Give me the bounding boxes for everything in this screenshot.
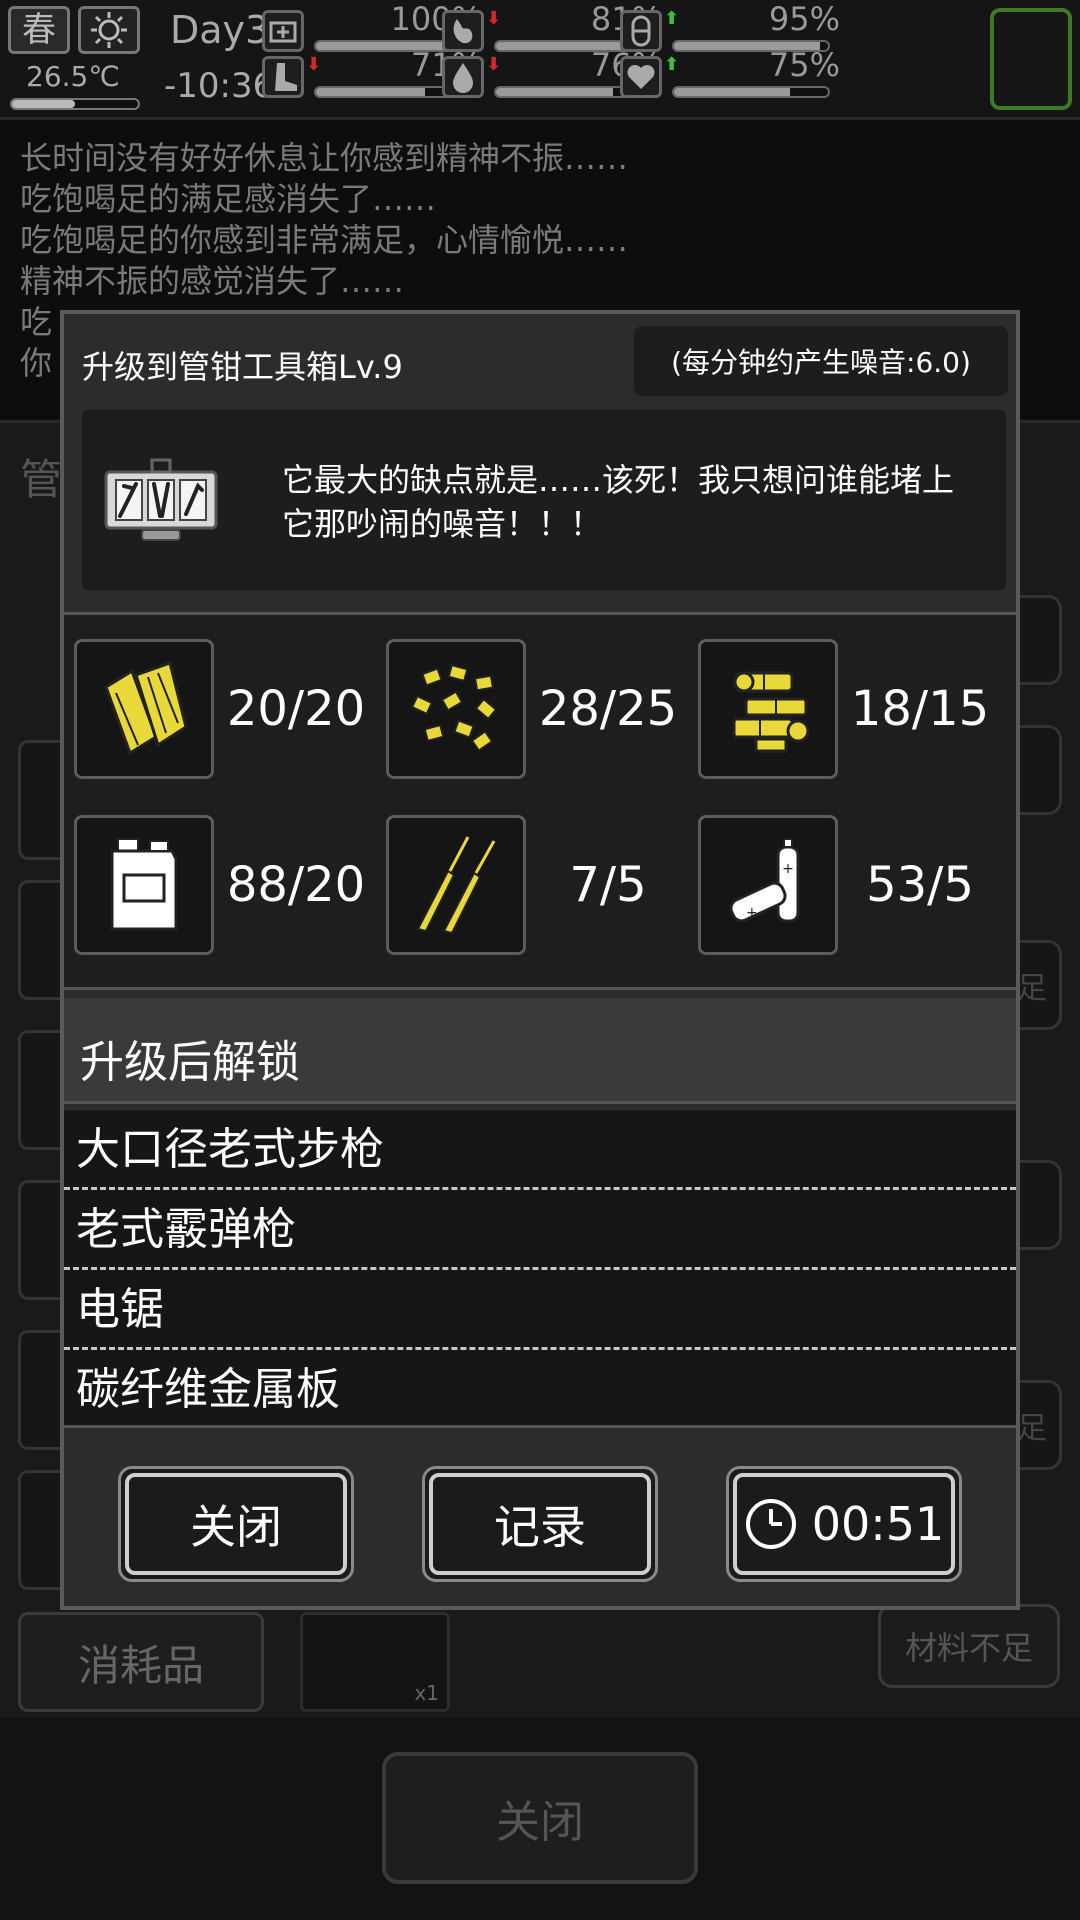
noise-info: (每分钟约产生噪音:6.0)	[634, 326, 1008, 396]
requirement-parts: 18/15	[698, 639, 998, 779]
requirement-wire: 7/5	[386, 815, 686, 955]
boot-icon	[262, 56, 304, 98]
requirement-count: 7/5	[569, 857, 647, 913]
timed-upgrade-inner: 00:51	[733, 1473, 955, 1575]
arrow-up-icon: ⬆	[664, 8, 680, 29]
insufficient-materials-button: 材料不足	[878, 1604, 1060, 1688]
stat-bar	[672, 86, 830, 98]
unlock-header: 升级后解锁	[64, 998, 1016, 1104]
scrap-pieces-icon	[386, 639, 526, 779]
status-bar: 春 26.5℃ Day35 -10:36- 100%⬇81%⬆95%⬇71%⬇7…	[0, 0, 1080, 120]
requirement-batteries: + + 53/5	[698, 815, 998, 955]
timer-value: 00:51	[811, 1497, 945, 1551]
svg-text:+: +	[746, 905, 758, 921]
requirement-count: 53/5	[866, 857, 974, 913]
requirement-scrap: 28/25	[386, 639, 686, 779]
background-close-button: 关闭	[382, 1752, 698, 1884]
temperature: 26.5℃	[26, 60, 120, 93]
character-portrait-slot[interactable]	[990, 8, 1072, 110]
sun-icon	[78, 6, 140, 54]
dialog-title: 升级到管钳工具箱Lv.9	[82, 348, 403, 386]
requirement-count: 18/15	[850, 681, 990, 737]
record-button[interactable]: 记录	[422, 1466, 658, 1582]
temperature-bar	[10, 98, 140, 110]
timed-upgrade-button[interactable]: 00:51	[726, 1466, 962, 1582]
fuel-canister-icon	[74, 815, 214, 955]
background-item-slot: x1	[300, 1612, 450, 1712]
mechanical-parts-icon	[698, 639, 838, 779]
item-description: 它最大的缺点就是……该死！我只想问谁能堵上它那吵闹的噪音！！！	[282, 461, 955, 543]
wire-sticks-icon	[386, 815, 526, 955]
arrow-up-icon: ⬆	[664, 54, 680, 75]
unlock-header-label: 升级后解锁	[80, 1037, 300, 1088]
description-box: 它最大的缺点就是……该死！我只想问谁能堵上它那吵闹的噪音！！！	[82, 410, 1006, 590]
unlock-item: 老式霰弹枪	[64, 1190, 1016, 1270]
arrow-down-icon: ⬇	[486, 54, 502, 75]
toolbox-icon	[104, 458, 218, 541]
stat-value: 95%	[768, 0, 840, 38]
log-line: 吃饱喝足的你感到非常满足，心情愉悦……	[20, 221, 629, 259]
season-indicator: 春	[8, 6, 70, 54]
requirements-grid: 20/20 28/25 18/15 88/20 7/5 + + 53/5	[64, 612, 1016, 990]
stat-value: 75%	[768, 46, 840, 84]
heart-icon	[620, 56, 662, 98]
arrow-down-icon: ⬇	[306, 54, 322, 75]
log-line: 长时间没有好好休息让你感到精神不振……	[20, 139, 629, 177]
upgrade-dialog: 升级到管钳工具箱Lv.9 (每分钟约产生噪音:6.0) 它最大的缺点就是……该死…	[60, 310, 1020, 1610]
requirement-fuel: 88/20	[74, 815, 374, 955]
svg-text:+: +	[782, 861, 794, 877]
record-button-label: 记录	[429, 1473, 651, 1575]
arrow-down-icon: ⬇	[486, 8, 502, 29]
unlock-item: 电锯	[64, 1270, 1016, 1350]
batteries-icon: + +	[698, 815, 838, 955]
wood-plank-icon	[74, 639, 214, 779]
requirement-count: 88/20	[226, 857, 366, 913]
clock-icon	[745, 1499, 796, 1549]
requirement-count: 28/25	[538, 681, 678, 737]
unlock-item: 碳纤维金属板	[76, 1364, 340, 1415]
water-drop-icon	[442, 56, 484, 98]
close-button-label: 关闭	[125, 1473, 347, 1575]
unlock-list[interactable]: 大口径老式步枪 老式霰弹枪 电锯 碳纤维金属板	[64, 1110, 1016, 1428]
stat-spirit: ⬆ 75%	[620, 46, 840, 100]
consumables-tab: 消耗品	[18, 1612, 264, 1712]
medkit-icon	[262, 10, 304, 52]
log-line: 吃饱喝足的满足感消失了……	[20, 180, 437, 218]
log-line: 精神不振的感觉消失了……	[20, 262, 405, 300]
background-title: 管	[20, 455, 63, 504]
close-button[interactable]: 关闭	[118, 1466, 354, 1582]
item-count: x1	[414, 1681, 439, 1705]
requirement-count: 20/20	[226, 681, 366, 737]
requirement-wood: 20/20	[74, 639, 374, 779]
unlock-item: 大口径老式步枪	[64, 1110, 1016, 1190]
